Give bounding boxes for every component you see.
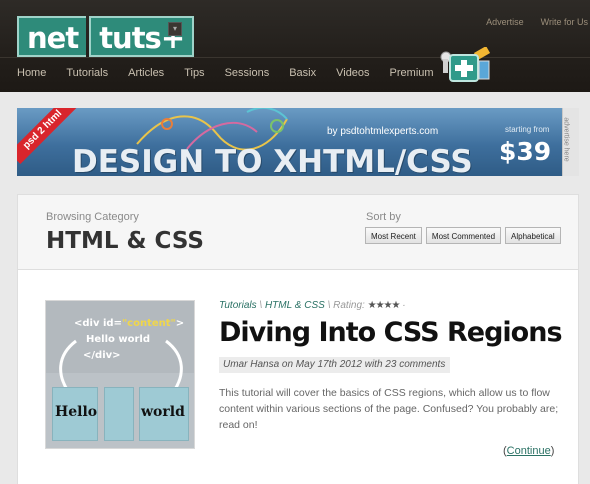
crumb-separator: \	[259, 300, 263, 311]
article-card: <div id="content"> Hello world </div> He…	[17, 270, 579, 484]
banner-starting-label: starting from	[505, 125, 550, 134]
category-header: Browsing Category HTML & CSS Sort by Mos…	[17, 194, 579, 270]
thumbnail-arrows	[59, 339, 183, 397]
ad-banner[interactable]: psd 2 html by psdtohtmlexperts.com DESIG…	[17, 108, 579, 176]
network-dropdown-icon[interactable]: ▾	[168, 22, 182, 36]
category-title: HTML & CSS	[46, 228, 204, 254]
nav-sessions[interactable]: Sessions	[225, 67, 270, 79]
advertise-here-tab[interactable]: advertise here	[562, 108, 579, 176]
premium-tools-icon[interactable]	[437, 47, 492, 87]
crumb-separator: \	[327, 300, 331, 311]
sort-by-label: Sort by	[366, 211, 401, 223]
logo-net: net	[17, 16, 87, 57]
nav-basix[interactable]: Basix	[289, 67, 316, 79]
sort-most-recent-button[interactable]: Most Recent	[365, 227, 422, 244]
thumbnail-word-world: world	[141, 404, 185, 420]
browsing-category-label: Browsing Category	[46, 211, 139, 223]
article-excerpt: This tutorial will cover the basics of C…	[219, 387, 559, 431]
nav-premium[interactable]: Premium	[390, 67, 434, 79]
sort-most-commented-button[interactable]: Most Commented	[425, 227, 502, 244]
article-meta: Tutorials \ HTML & CSS \ Rating: ★★★★ ·	[219, 300, 406, 311]
thumbnail-region-middle	[104, 387, 134, 441]
advertise-link[interactable]: Advertise	[486, 17, 524, 27]
nav-tutorials[interactable]: Tutorials	[66, 67, 108, 79]
banner-headline: DESIGN TO XHTML/CSS	[72, 144, 473, 176]
article-title[interactable]: Diving Into CSS Regions	[219, 317, 563, 348]
article-thumbnail[interactable]: <div id="content"> Hello world </div> He…	[45, 300, 195, 449]
nav-articles[interactable]: Articles	[128, 67, 164, 79]
sort-options: Most Recent Most Commented Alphabetical	[365, 227, 561, 244]
nav-tips[interactable]: Tips	[184, 67, 204, 79]
crumb-html-css[interactable]: HTML & CSS	[265, 300, 325, 311]
banner-price: $39	[499, 137, 552, 166]
crumb-tutorials[interactable]: Tutorials	[219, 300, 257, 311]
thumbnail-word-hello: Hello	[55, 404, 98, 420]
rating-label: Rating:	[333, 300, 365, 311]
banner-sponsor: by psdtohtmlexperts.com	[327, 126, 439, 137]
rating-stars: ★★★★	[367, 300, 401, 311]
nav-videos[interactable]: Videos	[336, 67, 369, 79]
advertise-here-label: advertise here	[562, 117, 570, 162]
continue-reading: (Continue)	[503, 445, 555, 457]
banner-ribbon: psd 2 html	[17, 108, 77, 164]
write-for-us-link[interactable]: Write for Us	[541, 17, 588, 27]
article-byline: Umar Hansa on May 17th 2012 with 23 comm…	[219, 357, 451, 373]
site-header: net tuts+ ▾ Advertise Write for Us Home …	[0, 0, 590, 92]
main-nav: Home Tutorials Articles Tips Sessions Ba…	[17, 67, 454, 79]
nav-home[interactable]: Home	[17, 67, 46, 79]
rating-remainder: ·	[402, 300, 406, 311]
continue-link[interactable]: Continue	[507, 445, 551, 457]
header-divider	[0, 57, 590, 58]
top-links: Advertise Write for Us	[486, 17, 588, 27]
sort-alphabetical-button[interactable]: Alphabetical	[505, 227, 561, 244]
